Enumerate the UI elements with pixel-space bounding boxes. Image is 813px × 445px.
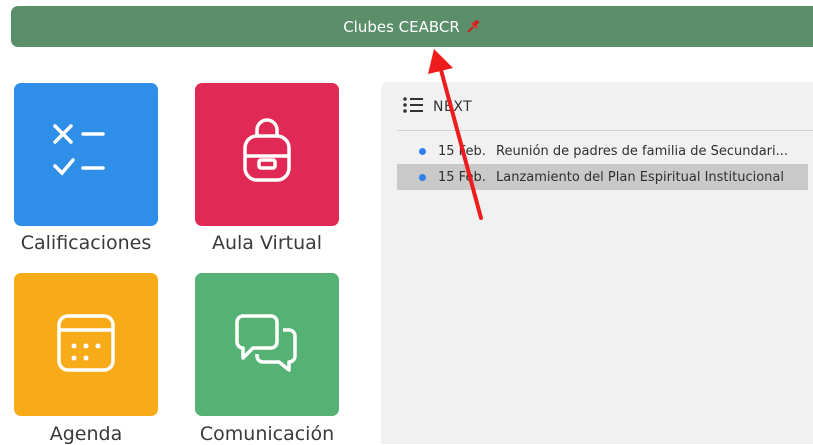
calificaciones-tile[interactable] <box>14 83 158 226</box>
top-banner[interactable]: Clubes CEABCR <box>11 6 813 47</box>
event-dot-icon <box>419 173 426 181</box>
comunicacion-label[interactable]: Comunicación <box>182 423 352 445</box>
pushpin-icon <box>465 18 481 35</box>
agenda-tile[interactable] <box>14 273 158 416</box>
aula-virtual-label[interactable]: Aula Virtual <box>182 232 352 254</box>
list-icon <box>403 96 423 118</box>
banner-title: Clubes CEABCR <box>343 17 460 36</box>
event-date: 15 Feb. <box>438 143 486 159</box>
event-dot-icon <box>419 147 426 155</box>
agenda-label[interactable]: Agenda <box>1 423 171 445</box>
event-row[interactable]: 15 Feb. Reunión de padres de familia de … <box>397 138 808 164</box>
next-header[interactable]: NEXT <box>403 96 472 118</box>
divider <box>397 130 813 131</box>
event-title: Reunión de padres de familia de Secundar… <box>496 143 789 159</box>
next-header-label: NEXT <box>433 99 473 115</box>
event-date: 15 Feb. <box>438 169 486 185</box>
chat-icon <box>231 308 303 382</box>
event-row[interactable]: 15 Feb. Lanzamiento del Plan Espiritual … <box>397 164 808 190</box>
backpack-icon <box>237 117 297 192</box>
aula-virtual-tile[interactable] <box>195 83 339 226</box>
comunicacion-tile[interactable] <box>195 273 339 416</box>
checklist-icon <box>51 118 121 192</box>
calendar-icon <box>51 308 121 382</box>
next-events-panel: NEXT 15 Feb. Reunión de padres de famili… <box>381 82 813 444</box>
event-title: Lanzamiento del Plan Espiritual Instituc… <box>496 169 784 185</box>
calificaciones-label[interactable]: Calificaciones <box>1 232 171 254</box>
